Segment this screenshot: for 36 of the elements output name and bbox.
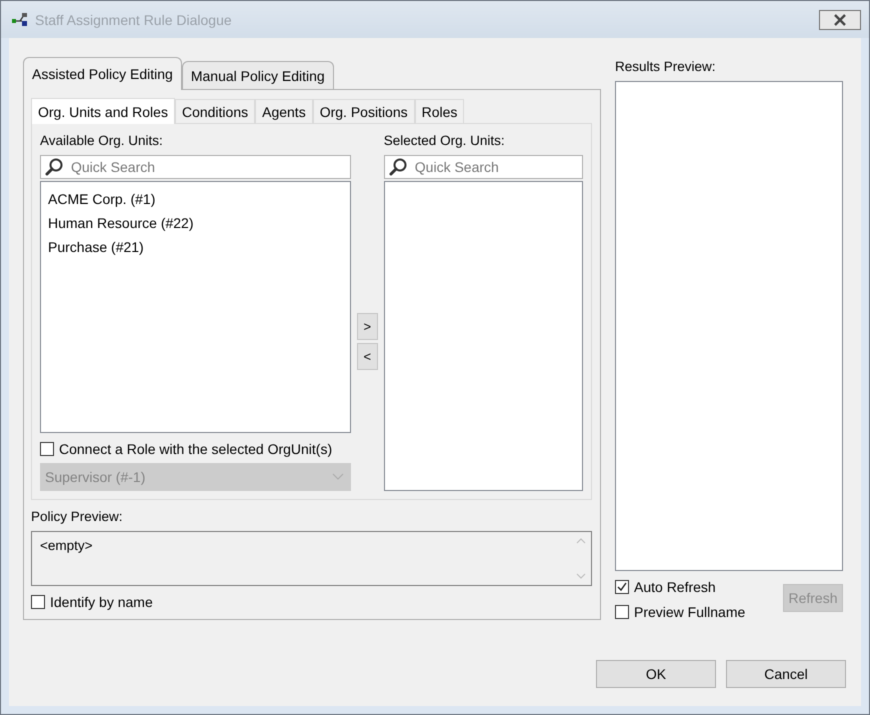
field-label: Available Org. Units: bbox=[40, 132, 164, 149]
checkbox-label: Identify by name bbox=[50, 594, 153, 610]
list-item[interactable]: ACME Corp. (#1) bbox=[48, 187, 343, 211]
checkbox[interactable] bbox=[615, 580, 629, 594]
checkbox-label: Preview Fullname bbox=[634, 604, 746, 620]
search-field[interactable]: Quick Search bbox=[40, 155, 351, 179]
search-icon bbox=[44, 157, 64, 177]
dialog-button[interactable]: OK bbox=[596, 660, 716, 688]
checkbox-label: Connect a Role with the selected OrgUnit(s) bbox=[59, 441, 332, 458]
list-item[interactable]: Human Resource (#22) bbox=[48, 211, 343, 235]
close-icon bbox=[833, 14, 847, 26]
close-button[interactable] bbox=[819, 10, 861, 30]
tab[interactable]: Manual Policy Editing bbox=[182, 61, 334, 89]
checkbox-label: Auto Refresh bbox=[634, 579, 716, 595]
checkbox[interactable] bbox=[31, 595, 45, 609]
list-box[interactable]: ACME Corp. (#1) Human Resource (#22) Purchase (#21) bbox=[40, 181, 351, 434]
app-icon bbox=[11, 12, 29, 28]
list-item[interactable]: Purchase (#21) bbox=[48, 235, 343, 259]
tab[interactable]: Org. Positions bbox=[312, 99, 415, 123]
field-label: Results Preview: bbox=[615, 58, 717, 75]
window-title: Staff Assignment Rule Dialogue bbox=[35, 12, 233, 28]
chevron-icon bbox=[332, 473, 344, 482]
search-field[interactable]: Quick Search bbox=[384, 155, 583, 179]
tab[interactable]: Conditions bbox=[174, 99, 256, 123]
dialog-button[interactable]: Cancel bbox=[726, 660, 846, 688]
search-icon bbox=[388, 157, 408, 177]
tab[interactable]: Roles bbox=[414, 99, 464, 123]
field-label: Policy Preview: bbox=[31, 508, 124, 525]
tab[interactable]: Agents bbox=[255, 99, 313, 123]
field-label: Selected Org. Units: bbox=[384, 132, 506, 149]
checkbox[interactable] bbox=[40, 442, 54, 456]
move-button[interactable]: < bbox=[356, 343, 378, 370]
tab[interactable]: Org. Units and Roles bbox=[31, 98, 175, 124]
move-button[interactable]: > bbox=[356, 313, 378, 340]
checkbox[interactable] bbox=[615, 605, 629, 619]
tab[interactable]: Assisted Policy Editing bbox=[23, 57, 182, 90]
